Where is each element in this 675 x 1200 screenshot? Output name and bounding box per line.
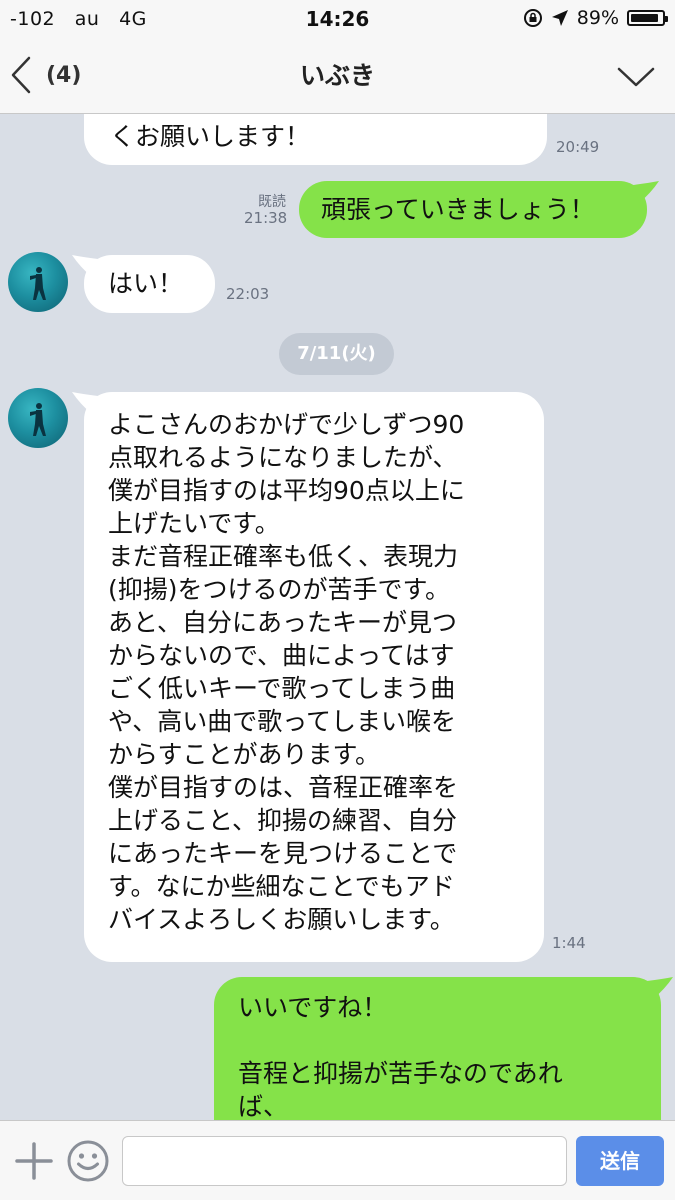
message-bubble-outgoing[interactable]: いいですね！ 音程と抑揚が苦手なのであれ ば、 <box>214 977 673 1120</box>
message-text: いいですね！ 音程と抑揚が苦手なのであれ ば、 <box>238 993 563 1120</box>
message-time: 22:03 <box>226 285 270 303</box>
date-separator: 7/11(火) <box>279 333 394 375</box>
plus-icon <box>15 1142 53 1180</box>
message-bubble-incoming[interactable]: くお願いします！ <box>84 114 547 165</box>
sticker-button[interactable] <box>66 1139 110 1187</box>
bubble-tail <box>72 392 98 414</box>
smiley-icon <box>67 1140 109 1182</box>
message-input[interactable] <box>122 1136 567 1186</box>
diver-silhouette-icon <box>30 403 46 436</box>
chat-menu-button[interactable] <box>617 66 655 92</box>
message-text: はい！ <box>108 269 184 298</box>
message-bubble-incoming[interactable]: よこさんのおかげで少しずつ90 点取れるようになりましたが、 僕が目指すのは平均… <box>72 392 544 962</box>
send-button[interactable]: 送信 <box>576 1136 664 1186</box>
rotation-lock-icon <box>523 9 542 27</box>
message-time: 20:49 <box>556 138 600 156</box>
chat-header: (4) いぶき <box>0 38 675 114</box>
message-input-bar: 送信 <box>0 1120 675 1200</box>
message-text: よこさんのおかげで少しずつ90 点取れるようになりましたが、 僕が目指すのは平均… <box>108 410 465 934</box>
diver-silhouette-icon <box>30 267 46 300</box>
message-time: 1:44 <box>552 934 586 952</box>
contact-avatar[interactable] <box>8 388 68 448</box>
location-arrow-icon <box>551 10 568 26</box>
battery-percent: 89% <box>576 7 619 29</box>
message-bubble-outgoing[interactable]: 頑張っていきましょう！ <box>299 181 659 238</box>
message-text: 頑張っていきましょう！ <box>321 195 595 224</box>
chat-title: いぶき <box>299 61 375 90</box>
bubble-tail <box>72 255 98 277</box>
battery-fill <box>631 14 658 22</box>
status-right: 89% <box>523 7 668 29</box>
message-time: 21:38 <box>244 209 288 227</box>
read-receipt: 既読 <box>258 194 286 210</box>
battery-icon <box>627 10 668 26</box>
bubble-tail <box>647 977 673 999</box>
contact-avatar[interactable] <box>8 252 68 312</box>
chat-area[interactable]: くお願いします！ 20:49 既読 21:38 頑張っていきましょう！ はい！ … <box>0 114 675 1120</box>
chevron-down-icon <box>617 67 655 87</box>
status-bar: -102 au 4G 14:26 89% <box>0 0 675 38</box>
bubble-tail <box>633 181 659 203</box>
add-attachment-button[interactable] <box>14 1141 54 1185</box>
message-text: くお願いします！ <box>110 122 311 151</box>
message-bubble-incoming[interactable]: はい！ <box>72 255 215 313</box>
